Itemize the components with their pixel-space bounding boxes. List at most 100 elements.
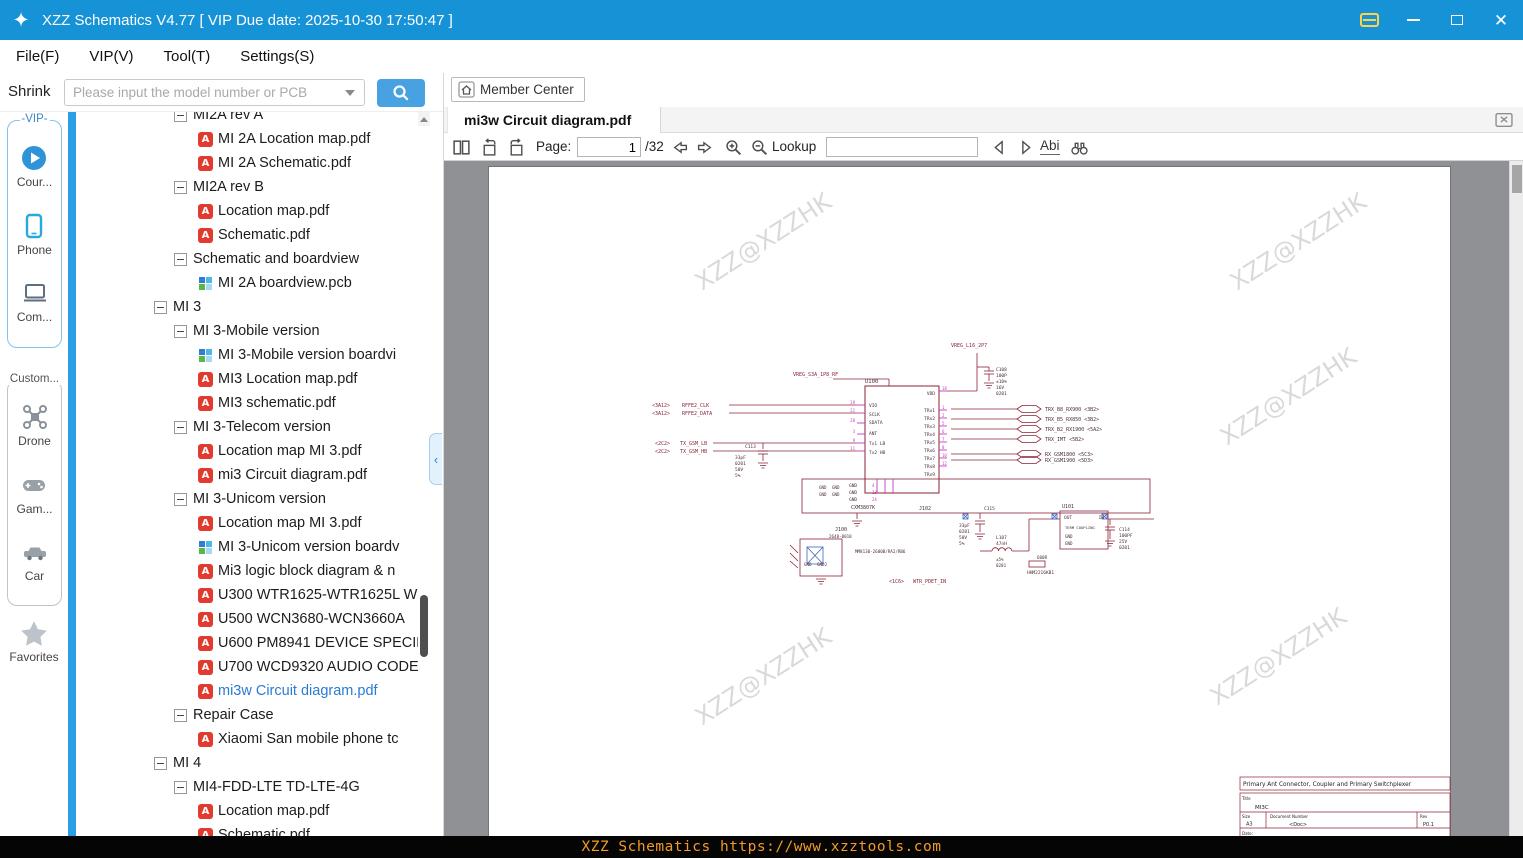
next-result-icon[interactable] xyxy=(1014,136,1036,158)
tree-item[interactable]: Repair Case xyxy=(76,703,418,727)
sidebar-item-computer[interactable]: Com... xyxy=(17,279,52,324)
prev-result-icon[interactable] xyxy=(988,136,1010,158)
tree-scrollbar-thumb[interactable] xyxy=(420,595,428,657)
tree-item[interactable]: MI2A rev B xyxy=(76,175,418,199)
schematic-label: HHM2216KB1 xyxy=(1027,570,1054,576)
pdf-viewer[interactable]: Primary Ant Connector, Coupler and Prima… xyxy=(444,161,1509,836)
close-tab-icon[interactable] xyxy=(1495,112,1513,128)
maximize-button[interactable] xyxy=(1435,0,1479,40)
tree-item[interactable]: MI 2A boardview.pcb xyxy=(76,271,418,295)
tree-item[interactable]: AU700 WCD9320 AUDIO CODE xyxy=(76,655,418,679)
tree-item-label: MI 3-Mobile version boardvi xyxy=(218,347,396,363)
pin-number: 3 xyxy=(853,429,856,434)
rotate-right-icon[interactable] xyxy=(505,136,527,158)
menu-item-toolt[interactable]: Tool(T) xyxy=(164,48,211,65)
menu-item-filef[interactable]: File(F) xyxy=(16,48,59,65)
tab-document[interactable]: mi3w Circuit diagram.pdf xyxy=(447,107,661,133)
page-layout-icon[interactable] xyxy=(450,136,472,158)
pdf-file-icon: A xyxy=(198,732,213,747)
tree-item[interactable]: ASchematic.pdf xyxy=(76,223,418,247)
tree-item[interactable]: AMI3 Location map.pdf xyxy=(76,367,418,391)
pdf-file-icon: A xyxy=(198,828,213,837)
collapse-icon[interactable] xyxy=(174,781,187,794)
lookup-input[interactable] xyxy=(826,137,978,157)
tree-item[interactable]: MI 3-Mobile version xyxy=(76,319,418,343)
tree-item[interactable]: ASchematic.pdf xyxy=(76,823,418,836)
rotate-left-icon[interactable] xyxy=(478,136,500,158)
collapse-icon[interactable] xyxy=(154,757,167,770)
collapse-icon[interactable] xyxy=(174,253,187,266)
sidebar-item-games[interactable]: Gam... xyxy=(16,471,52,516)
tree-item[interactable]: Ami3 Circuit diagram.pdf xyxy=(76,463,418,487)
tree-item[interactable]: MI 3 xyxy=(76,295,418,319)
model-search-input[interactable] xyxy=(64,79,365,106)
collapse-icon[interactable] xyxy=(174,709,187,722)
tree-item-label: MI 3-Unicom version xyxy=(193,491,326,507)
sidebar-item-drone[interactable]: Drone xyxy=(18,403,51,448)
tree-item-label: Location map MI 3.pdf xyxy=(218,443,361,459)
tree-item[interactable]: MI 3-Unicom version boardv xyxy=(76,535,418,559)
collapse-icon[interactable] xyxy=(174,421,187,434)
tree-item[interactable]: AMI 2A Schematic.pdf xyxy=(76,151,418,175)
tree-item[interactable]: MI 3-Unicom version xyxy=(76,487,418,511)
doc-number-label: Document Number xyxy=(1270,814,1308,819)
binoculars-icon[interactable] xyxy=(1068,136,1090,158)
chevron-down-icon[interactable] xyxy=(345,90,355,96)
search-button[interactable] xyxy=(377,79,425,107)
tree-item[interactable]: MI 3-Telecom version xyxy=(76,415,418,439)
panel-collapse-handle[interactable]: ‹ xyxy=(429,433,442,485)
tree-item[interactable]: Schematic and boardview xyxy=(76,247,418,271)
tree-item[interactable]: AMi3 logic block diagram & n xyxy=(76,559,418,583)
member-center-button[interactable]: Member Center xyxy=(451,77,585,102)
forward-icon[interactable] xyxy=(694,136,716,158)
shrink-button[interactable]: Shrink xyxy=(8,83,51,100)
menu-item-settingss[interactable]: Settings(S) xyxy=(240,48,314,65)
menu-item-vipv[interactable]: VIP(V) xyxy=(89,48,133,65)
schematic-label: GND2 xyxy=(817,562,828,567)
zoom-in-icon[interactable] xyxy=(722,136,744,158)
sidebar-item-label: Gam... xyxy=(16,502,52,516)
sidebar-item-course[interactable]: Cour... xyxy=(17,144,52,189)
vip-card-icon[interactable] xyxy=(1347,0,1391,40)
drone-icon xyxy=(21,403,49,431)
page-number-input[interactable] xyxy=(577,137,641,157)
sidebar-item-favorites[interactable]: Favorites xyxy=(0,620,68,664)
pin-number: 18 xyxy=(942,386,947,391)
tree-item[interactable]: AU300 WTR1625-WTR1625L W xyxy=(76,583,418,607)
tree-item[interactable]: AU600 PM8941 DEVICE SPECIF xyxy=(76,631,418,655)
schematic-label: TX_GSM_LB xyxy=(680,441,707,447)
tree-item[interactable]: AXiaomi San mobile phone tc xyxy=(76,727,418,751)
tree-item[interactable]: MI2A rev A xyxy=(76,112,418,127)
tree-item[interactable]: ALocation map.pdf xyxy=(76,199,418,223)
tree-item[interactable]: AMI 2A Location map.pdf xyxy=(76,127,418,151)
tree-item[interactable]: MI 4 xyxy=(76,751,418,775)
tree-item[interactable]: ALocation map MI 3.pdf xyxy=(76,511,418,535)
viewer-scrollbar[interactable] xyxy=(1509,161,1523,836)
tree-item[interactable]: AU500 WCN3680-WCN3660A xyxy=(76,607,418,631)
minimize-button[interactable] xyxy=(1391,0,1435,40)
tree-item[interactable]: MI4-FDD-LTE TD-LTE-4G xyxy=(76,775,418,799)
viewer-scrollbar-thumb[interactable] xyxy=(1512,165,1522,193)
tree-item[interactable]: Ami3w Circuit diagram.pdf xyxy=(76,679,418,703)
close-button[interactable]: ✕ xyxy=(1479,0,1523,40)
port-label: TRX_B2_RX1900 <5A2> xyxy=(1045,427,1102,433)
collapse-icon[interactable] xyxy=(174,181,187,194)
zoom-out-icon[interactable] xyxy=(748,136,770,158)
back-icon[interactable] xyxy=(668,136,690,158)
collapse-icon[interactable] xyxy=(154,301,167,314)
scroll-up-icon[interactable] xyxy=(418,112,430,126)
collapse-icon[interactable] xyxy=(174,112,187,122)
pcb-file-icon xyxy=(198,276,213,291)
collapse-icon[interactable] xyxy=(174,325,187,338)
tree-item[interactable]: MI 3-Mobile version boardvi xyxy=(76,343,418,367)
match-case-icon[interactable]: Abi xyxy=(1040,138,1060,155)
schematic-label: 33pF xyxy=(735,455,746,461)
page-total-label: /32 xyxy=(645,139,664,154)
tree-item[interactable]: ALocation map MI 3.pdf xyxy=(76,439,418,463)
pdf-file-icon: A xyxy=(198,228,213,243)
tree-item[interactable]: ALocation map.pdf xyxy=(76,799,418,823)
tree-item[interactable]: AMI3 schematic.pdf xyxy=(76,391,418,415)
sidebar-item-phone[interactable]: Phone xyxy=(17,212,52,257)
collapse-icon[interactable] xyxy=(174,493,187,506)
sidebar-item-car[interactable]: Car xyxy=(21,538,49,583)
